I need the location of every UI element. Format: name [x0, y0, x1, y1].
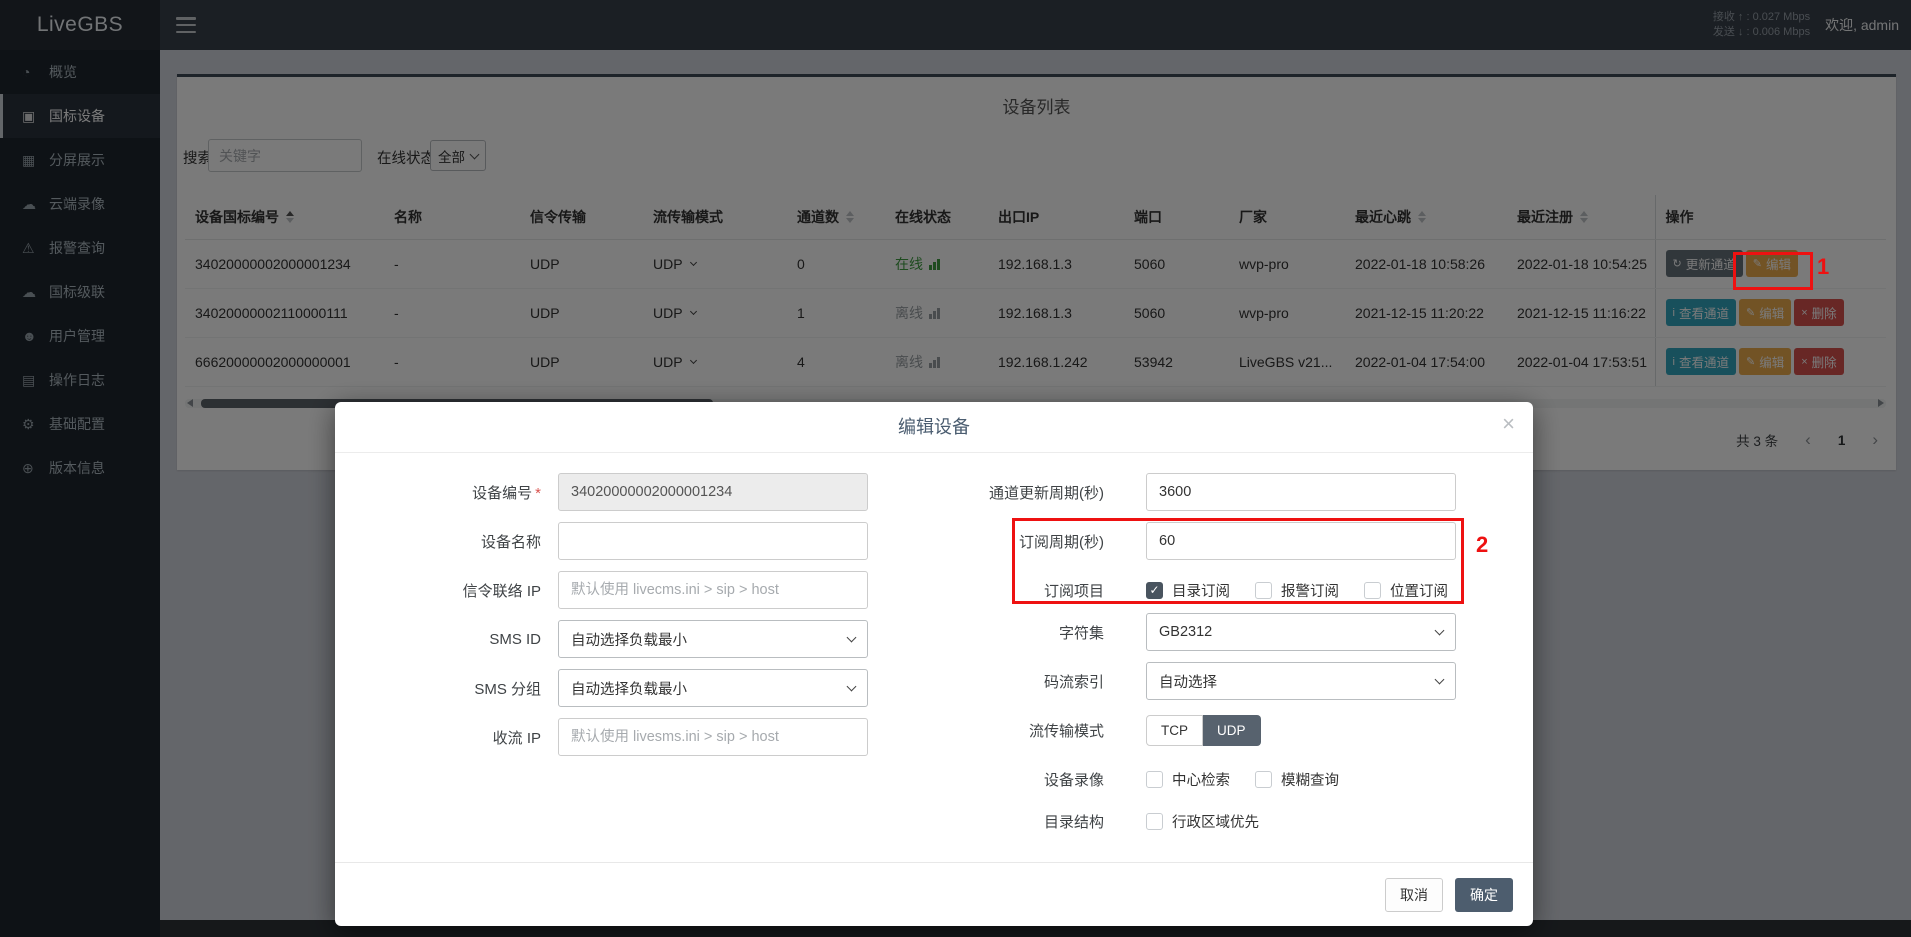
- device-record-group: 中心检索 模糊查询: [1146, 769, 1339, 790]
- catalog-structure-option[interactable]: 行政区域优先: [1146, 811, 1259, 832]
- charset-value: GB2312: [1159, 624, 1212, 640]
- sip-host-label: 信令联络 IP: [360, 580, 555, 601]
- stream-index-value: 自动选择: [1159, 671, 1217, 692]
- checkbox-icon[interactable]: [1255, 582, 1272, 599]
- sms-group-row: SMS 分组自动选择负载最小: [360, 669, 890, 707]
- subscribe-interval-row: 订阅周期(秒): [900, 522, 1510, 560]
- stream-mode-row: 流传输模式 TCPUDP: [900, 711, 1510, 749]
- modal-footer: 取消 确定: [335, 862, 1533, 926]
- stream-index-row: 码流索引 自动选择: [900, 662, 1510, 700]
- charset-select[interactable]: GB2312: [1146, 613, 1456, 651]
- device-name-label: 设备名称: [360, 531, 555, 552]
- checkbox-label: 报警订阅: [1281, 580, 1339, 601]
- checkbox-label: 位置订阅: [1390, 580, 1448, 601]
- chevron-down-icon: [1435, 675, 1445, 685]
- device-record-option[interactable]: 模糊查询: [1255, 769, 1339, 790]
- checkbox-icon[interactable]: [1364, 582, 1381, 599]
- channel-refresh-field[interactable]: [1146, 473, 1456, 511]
- checkbox-icon[interactable]: [1146, 771, 1163, 788]
- sms-group-label: SMS 分组: [360, 678, 555, 699]
- stream-mode-toggle: TCPUDP: [1146, 715, 1261, 746]
- subscribe-items-option[interactable]: 报警订阅: [1255, 580, 1339, 601]
- subscribe-items-group: ✓ 目录订阅 报警订阅 位置订阅: [1146, 580, 1448, 601]
- modal-left-column: 设备编号*设备名称信令联络 IPSMS ID自动选择负载最小SMS 分组自动选择…: [360, 473, 890, 767]
- sip-host-field[interactable]: [558, 571, 868, 609]
- catalog-structure-group: 行政区域优先: [1146, 811, 1259, 832]
- sms-group-value: 自动选择负载最小: [571, 678, 687, 699]
- subscribe-interval-label: 订阅周期(秒): [900, 531, 1118, 552]
- device-id-label: 设备编号*: [360, 482, 555, 503]
- modal-title: 编辑设备: [335, 402, 1533, 452]
- device-id-field[interactable]: [558, 473, 868, 511]
- checkbox-label: 目录订阅: [1172, 580, 1230, 601]
- subscribe-items-label: 订阅项目: [900, 580, 1118, 601]
- subscribe-items-row: 订阅项目 ✓ 目录订阅 报警订阅 位置订阅: [900, 571, 1510, 609]
- subscribe-items-option[interactable]: ✓ 目录订阅: [1146, 580, 1230, 601]
- close-icon[interactable]: ×: [1502, 413, 1515, 435]
- subscribe-items-option[interactable]: 位置订阅: [1364, 580, 1448, 601]
- modal-header: 编辑设备 ×: [335, 402, 1533, 453]
- stream-index-label: 码流索引: [900, 671, 1118, 692]
- catalog-structure-label: 目录结构: [900, 811, 1118, 832]
- channel-refresh-row: 通道更新周期(秒): [900, 473, 1510, 511]
- chevron-down-icon: [847, 633, 857, 643]
- chevron-down-icon: [847, 682, 857, 692]
- device-record-row: 设备录像 中心检索 模糊查询: [900, 760, 1510, 798]
- sip-host-row: 信令联络 IP: [360, 571, 890, 609]
- checkbox-icon[interactable]: [1146, 813, 1163, 830]
- stream-ip-row: 收流 IP: [360, 718, 890, 756]
- sms-id-select[interactable]: 自动选择负载最小: [558, 620, 868, 658]
- checkbox-label: 中心检索: [1172, 769, 1230, 790]
- sms-id-row: SMS ID 自动选择负载最小: [360, 620, 890, 658]
- checkbox-icon[interactable]: [1255, 771, 1272, 788]
- stream-mode-tcp-button[interactable]: TCP: [1146, 715, 1203, 746]
- sms-id-value: 自动选择负载最小: [571, 629, 687, 650]
- device-name-field[interactable]: [558, 522, 868, 560]
- catalog-structure-row: 目录结构 行政区域优先: [900, 802, 1510, 840]
- charset-row: 字符集 GB2312: [900, 613, 1510, 651]
- stream-ip-label: 收流 IP: [360, 727, 555, 748]
- sms-group-select[interactable]: 自动选择负载最小: [558, 669, 868, 707]
- channel-refresh-label: 通道更新周期(秒): [900, 482, 1118, 503]
- stream-mode-udp-button[interactable]: UDP: [1203, 715, 1261, 746]
- stream-mode-label: 流传输模式: [900, 720, 1118, 741]
- device-id-row: 设备编号*: [360, 473, 890, 511]
- device-record-label: 设备录像: [900, 769, 1118, 790]
- stream-index-select[interactable]: 自动选择: [1146, 662, 1456, 700]
- device-record-option[interactable]: 中心检索: [1146, 769, 1230, 790]
- subscribe-interval-field[interactable]: [1146, 522, 1456, 560]
- charset-label: 字符集: [900, 622, 1118, 643]
- stream-ip-field[interactable]: [558, 718, 868, 756]
- cancel-button[interactable]: 取消: [1385, 878, 1443, 912]
- checkbox-label: 模糊查询: [1281, 769, 1339, 790]
- modal-body: 设备编号*设备名称信令联络 IPSMS ID自动选择负载最小SMS 分组自动选择…: [335, 454, 1533, 862]
- edit-device-modal: 编辑设备 × 设备编号*设备名称信令联络 IPSMS ID自动选择负载最小SMS…: [335, 402, 1533, 926]
- device-name-row: 设备名称: [360, 522, 890, 560]
- confirm-button[interactable]: 确定: [1455, 878, 1513, 912]
- sms-id-label: SMS ID: [360, 631, 555, 648]
- checkbox-label: 行政区域优先: [1172, 811, 1259, 832]
- chevron-down-icon: [1435, 626, 1445, 636]
- modal-right-column: 通道更新周期(秒) 订阅周期(秒) 订阅项目 ✓ 目录订阅 报警订阅 位置订阅字符集 GB23…: [900, 473, 1510, 844]
- required-asterisk: *: [535, 485, 541, 502]
- checkbox-icon[interactable]: ✓: [1146, 582, 1163, 599]
